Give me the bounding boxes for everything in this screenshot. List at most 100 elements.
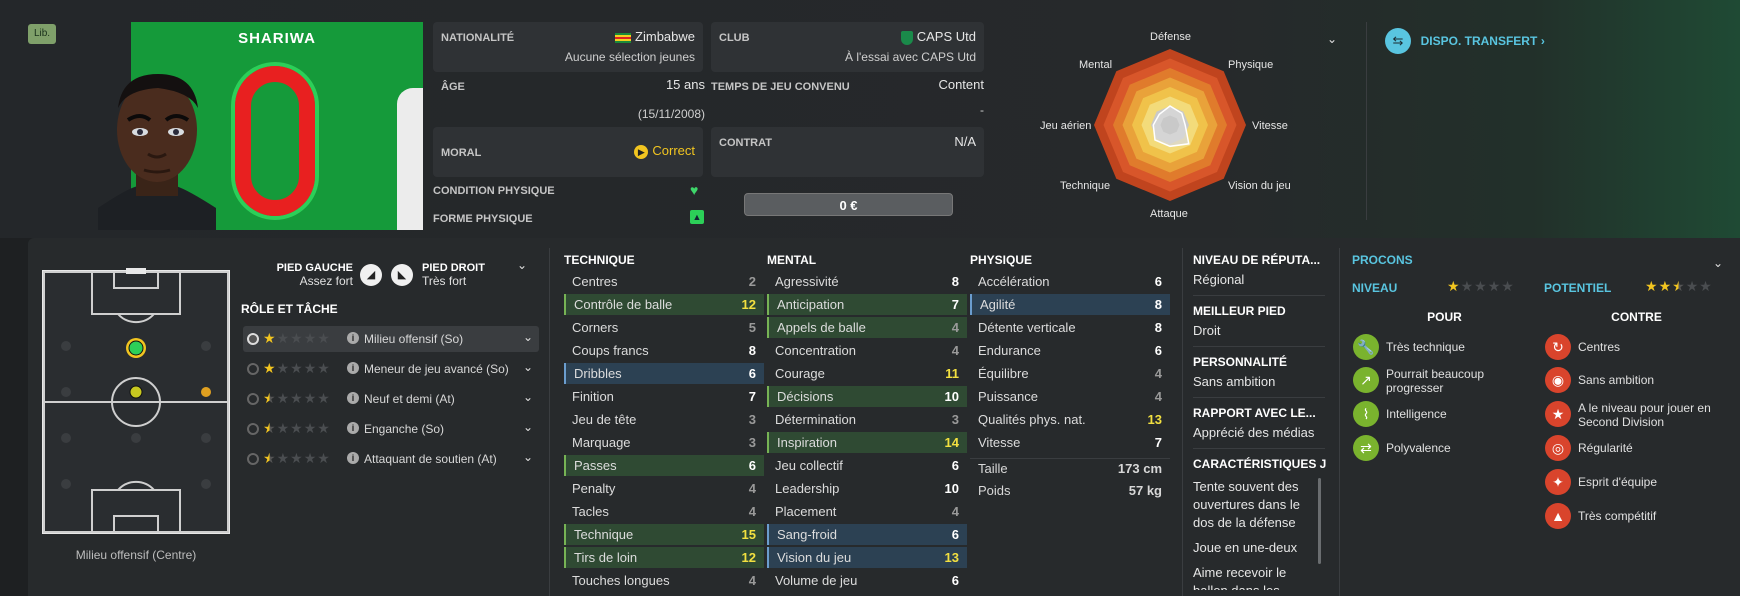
role-row[interactable]: ★★★★★ i Attaquant de soutien (At) ⌄: [243, 446, 539, 472]
nationality-card[interactable]: NATIONALITÉ Zimbabwe Aucune sélection je…: [433, 22, 703, 72]
info-icon[interactable]: i: [347, 392, 359, 404]
attribute-row[interactable]: Jeu de tête 3: [564, 409, 764, 430]
attribute-value: 11: [945, 366, 959, 381]
attribute-row[interactable]: Contrôle de balle 12: [564, 294, 764, 315]
club-card[interactable]: CLUB CAPS Utd À l'essai avec CAPS Utd: [711, 22, 984, 72]
morale-card[interactable]: MORAL ▶ Correct: [433, 127, 703, 177]
feet-dropdown-icon[interactable]: ⌄: [517, 258, 527, 272]
attribute-value: 13: [1147, 412, 1162, 427]
star-icon: ★: [317, 360, 330, 376]
attribute-row[interactable]: Courage 11: [767, 363, 967, 384]
role-radio[interactable]: [247, 423, 259, 435]
traits-list[interactable]: Tente souvent des ouvertures dans le dos…: [1193, 478, 1321, 590]
role-radio[interactable]: [247, 453, 259, 465]
header-divider: [1366, 22, 1367, 220]
attribute-row[interactable]: Décisions 10: [767, 386, 967, 407]
attr-divider: [549, 248, 550, 596]
star-icon: ★: [317, 420, 330, 436]
role-radio[interactable]: [247, 393, 259, 405]
info-icon[interactable]: i: [347, 452, 359, 464]
chevron-down-icon[interactable]: ⌄: [523, 420, 533, 434]
attribute-row[interactable]: Penalty 4: [564, 478, 764, 499]
info-icon[interactable]: i: [347, 362, 359, 374]
traits-label: CARACTÉRISTIQUES J: [1193, 457, 1327, 471]
star-icon: ★: [303, 420, 317, 436]
chevron-down-icon[interactable]: ⌄: [523, 450, 533, 464]
role-radio[interactable]: [247, 363, 259, 375]
attribute-name: Coups francs: [572, 343, 649, 358]
info-icon[interactable]: i: [347, 332, 359, 344]
attribute-row[interactable]: Placement 4: [767, 501, 967, 522]
star-icon: ★: [303, 390, 317, 406]
con-icon: ✦: [1545, 469, 1571, 495]
attribute-row[interactable]: Vitesse 7: [970, 432, 1170, 453]
star-icon: ★: [1699, 278, 1712, 294]
attribute-row[interactable]: Qualités phys. nat. 13: [970, 409, 1170, 430]
role-row[interactable]: ★★★★★ i Enganche (So) ⌄: [243, 416, 539, 442]
chevron-down-icon[interactable]: ⌄: [523, 390, 533, 404]
attribute-row[interactable]: Centres 2: [564, 271, 764, 292]
attribute-name: Centres: [572, 274, 618, 289]
attribute-row[interactable]: Corners 5: [564, 317, 764, 338]
attribute-row[interactable]: Agressivité 8: [767, 271, 967, 292]
potential-stars: ★★★★★: [1645, 279, 1713, 294]
attribute-row[interactable]: Dribbles 6: [564, 363, 764, 384]
attribute-value: 4: [748, 481, 756, 496]
reputation-label: NIVEAU DE RÉPUTA...: [1193, 253, 1321, 267]
star-icon: ★: [263, 420, 276, 436]
star-icon: ★: [290, 420, 303, 436]
info-icon[interactable]: i: [347, 422, 359, 434]
position-pitch[interactable]: [40, 268, 232, 536]
attribute-row[interactable]: Volume de jeu 6: [767, 570, 967, 591]
physique-divider: [970, 458, 1170, 459]
transfer-status-button[interactable]: ⇆ DISPO. TRANSFERT ›: [1385, 28, 1545, 54]
radar-dropdown-icon[interactable]: ⌄: [1327, 32, 1337, 46]
attribute-name: Concentration: [775, 343, 856, 358]
star-icon: ★: [303, 330, 317, 346]
star-icon: ★: [1672, 278, 1685, 294]
attribute-row[interactable]: Inspiration 14: [767, 432, 967, 453]
trait-item: Aime recevoir le ballon dans les: [1193, 565, 1287, 590]
contract-card[interactable]: CONTRAT N/A: [711, 127, 984, 177]
attribute-row[interactable]: Coups francs 8: [564, 340, 764, 361]
con-item: Sans ambition: [1578, 373, 1655, 387]
attribute-row[interactable]: Passes 6: [564, 455, 764, 476]
best-foot-label: MEILLEUR PIED: [1193, 304, 1286, 318]
attribute-row[interactable]: Détermination 3: [767, 409, 967, 430]
attribute-row[interactable]: Technique 15: [564, 524, 764, 545]
procons-dropdown-icon[interactable]: ⌄: [1713, 256, 1723, 270]
chevron-down-icon[interactable]: ⌄: [523, 360, 533, 374]
role-row[interactable]: ★★★★★ i Neuf et demi (At) ⌄: [243, 386, 539, 412]
attribute-value: 7: [748, 389, 756, 404]
attribute-value: 13: [944, 550, 959, 565]
attribute-row[interactable]: Appels de balle 4: [767, 317, 967, 338]
attribute-row[interactable]: Sang-froid 6: [767, 524, 967, 545]
attribute-row[interactable]: Tirs de loin 12: [564, 547, 764, 568]
role-row[interactable]: ★★★★★ i Milieu offensif (So) ⌄: [243, 326, 539, 352]
attribute-row[interactable]: Endurance 6: [970, 340, 1170, 361]
con-item: Régularité: [1578, 441, 1633, 455]
attribute-row[interactable]: Accélération 6: [970, 271, 1170, 292]
attribute-row[interactable]: Marquage 3: [564, 432, 764, 453]
attribute-row[interactable]: Finition 7: [564, 386, 764, 407]
attribute-row[interactable]: Vision du jeu 13: [767, 547, 967, 568]
value-bar[interactable]: 0 €: [744, 193, 953, 216]
chevron-down-icon[interactable]: ⌄: [523, 330, 533, 344]
attribute-row[interactable]: Touches longues 4: [564, 570, 764, 591]
attribute-row[interactable]: Leadership 10: [767, 478, 967, 499]
attribute-row[interactable]: Jeu collectif 6: [767, 455, 967, 476]
sep1: [1193, 295, 1325, 296]
attribute-row[interactable]: Détente verticale 8: [970, 317, 1170, 338]
attribute-row[interactable]: Puissance 4: [970, 386, 1170, 407]
role-row[interactable]: ★★★★★ i Meneur de jeu avancé (So) ⌄: [243, 356, 539, 382]
attribute-row[interactable]: Concentration 4: [767, 340, 967, 361]
attribute-row[interactable]: Agilité 8: [970, 294, 1170, 315]
radar-label: Mental: [1079, 59, 1113, 71]
attribute-row[interactable]: Anticipation 7: [767, 294, 967, 315]
attribute-row[interactable]: Tacles 4: [564, 501, 764, 522]
heart-icon: ♥: [690, 182, 699, 198]
role-radio[interactable]: [247, 333, 259, 345]
traits-scrollbar[interactable]: [1318, 478, 1321, 564]
attribute-row[interactable]: Équilibre 4: [970, 363, 1170, 384]
personality-value: Sans ambition: [1193, 374, 1276, 389]
